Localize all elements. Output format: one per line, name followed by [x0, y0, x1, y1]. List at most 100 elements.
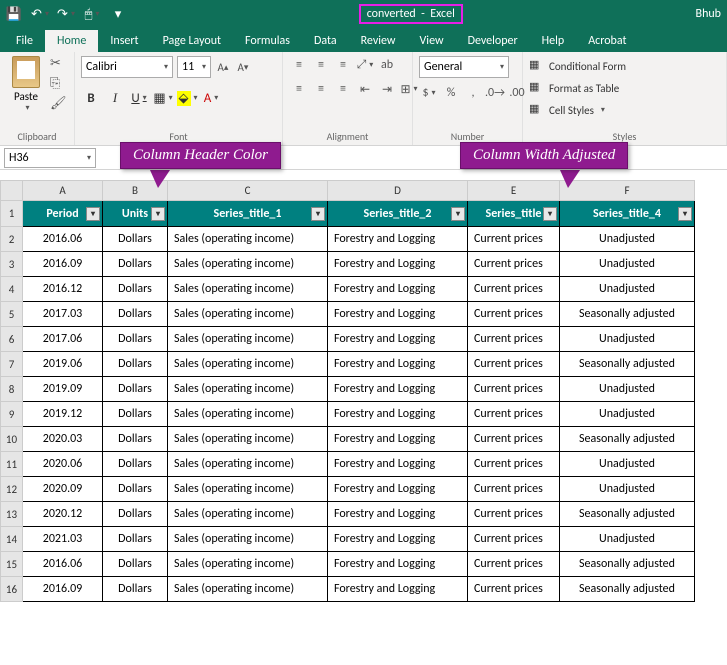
- cell-series1[interactable]: Sales (operating income): [168, 527, 328, 552]
- cell-series2[interactable]: Forestry and Logging: [328, 227, 468, 252]
- cell-units[interactable]: Dollars: [103, 377, 168, 402]
- format-as-table-button[interactable]: ▦Format as Table: [529, 78, 619, 98]
- cell-series4[interactable]: Unadjusted: [560, 327, 695, 352]
- cell-series3[interactable]: Current prices: [468, 577, 560, 602]
- cell-series2[interactable]: Forestry and Logging: [328, 427, 468, 452]
- filter-icon[interactable]: ▾: [86, 207, 100, 221]
- font-color-button[interactable]: A▾: [201, 88, 221, 108]
- cell-series2[interactable]: Forestry and Logging: [328, 377, 468, 402]
- copy-icon[interactable]: ⎘: [50, 76, 68, 92]
- col-header-d[interactable]: D: [328, 181, 468, 201]
- cell-series4[interactable]: Seasonally adjusted: [560, 577, 695, 602]
- header-series4[interactable]: Series_title_4▾: [560, 201, 695, 227]
- tab-developer[interactable]: Developer: [456, 30, 530, 52]
- cell-units[interactable]: Dollars: [103, 477, 168, 502]
- row-header[interactable]: 5: [1, 302, 23, 327]
- spreadsheet-grid[interactable]: A B C D E F 1 Period▾ Units▾ Series_titl…: [0, 180, 695, 602]
- name-box[interactable]: H36▾: [4, 148, 96, 168]
- decrease-indent-icon[interactable]: ⇤: [355, 80, 375, 98]
- align-center-icon[interactable]: ≡: [311, 80, 331, 98]
- cell-series4[interactable]: Seasonally adjusted: [560, 352, 695, 377]
- filter-icon[interactable]: ▾: [311, 207, 325, 221]
- filter-icon[interactable]: ▾: [678, 207, 692, 221]
- tab-file[interactable]: File: [4, 30, 45, 52]
- header-series1[interactable]: Series_title_1▾: [168, 201, 328, 227]
- cell-period[interactable]: 2019.06: [23, 352, 103, 377]
- save-icon[interactable]: 💾: [6, 6, 22, 22]
- row-header[interactable]: 4: [1, 277, 23, 302]
- cell-series1[interactable]: Sales (operating income): [168, 577, 328, 602]
- cell-period[interactable]: 2020.03: [23, 427, 103, 452]
- align-bottom-icon[interactable]: ≡: [333, 56, 353, 74]
- cell-period[interactable]: 2016.09: [23, 252, 103, 277]
- tab-review[interactable]: Review: [349, 30, 408, 52]
- header-period[interactable]: Period▾: [23, 201, 103, 227]
- cell-units[interactable]: Dollars: [103, 302, 168, 327]
- col-header-e[interactable]: E: [468, 181, 560, 201]
- tab-home[interactable]: Home: [45, 30, 98, 52]
- cell-period[interactable]: 2017.06: [23, 327, 103, 352]
- cell-series2[interactable]: Forestry and Logging: [328, 577, 468, 602]
- fill-color-button[interactable]: ⬙▾: [177, 88, 197, 108]
- cell-series1[interactable]: Sales (operating income): [168, 377, 328, 402]
- cell-series2[interactable]: Forestry and Logging: [328, 452, 468, 477]
- cell-units[interactable]: Dollars: [103, 502, 168, 527]
- cell-series3[interactable]: Current prices: [468, 502, 560, 527]
- cell-period[interactable]: 2021.03: [23, 527, 103, 552]
- cell-units[interactable]: Dollars: [103, 527, 168, 552]
- cell-series2[interactable]: Forestry and Logging: [328, 527, 468, 552]
- cell-series1[interactable]: Sales (operating income): [168, 252, 328, 277]
- underline-button[interactable]: U▾: [129, 88, 149, 108]
- cell-series4[interactable]: Unadjusted: [560, 277, 695, 302]
- cell-series1[interactable]: Sales (operating income): [168, 452, 328, 477]
- tab-page-layout[interactable]: Page Layout: [151, 30, 233, 52]
- cell-period[interactable]: 2020.12: [23, 502, 103, 527]
- cell-series3[interactable]: Current prices: [468, 352, 560, 377]
- percent-format-icon[interactable]: %: [441, 84, 461, 102]
- format-painter-icon[interactable]: 🖌: [50, 96, 68, 112]
- cell-period[interactable]: 2016.09: [23, 577, 103, 602]
- orientation-icon[interactable]: ⤢▾: [355, 56, 375, 74]
- row-header[interactable]: 1: [1, 201, 23, 227]
- cell-period[interactable]: 2016.06: [23, 227, 103, 252]
- row-header[interactable]: 10: [1, 427, 23, 452]
- select-all-corner[interactable]: [1, 181, 23, 201]
- cell-series2[interactable]: Forestry and Logging: [328, 277, 468, 302]
- conditional-formatting-button[interactable]: ▦Conditional Form: [529, 56, 626, 76]
- row-header[interactable]: 14: [1, 527, 23, 552]
- tab-acrobat[interactable]: Acrobat: [576, 30, 638, 52]
- align-left-icon[interactable]: ≡: [289, 80, 309, 98]
- cell-series3[interactable]: Current prices: [468, 452, 560, 477]
- row-header[interactable]: 15: [1, 552, 23, 577]
- cell-series3[interactable]: Current prices: [468, 402, 560, 427]
- redo-icon[interactable]: ↷▾: [58, 6, 74, 22]
- cell-period[interactable]: 2020.09: [23, 477, 103, 502]
- row-header[interactable]: 8: [1, 377, 23, 402]
- row-header[interactable]: 11: [1, 452, 23, 477]
- cell-series1[interactable]: Sales (operating income): [168, 327, 328, 352]
- row-header[interactable]: 6: [1, 327, 23, 352]
- tab-view[interactable]: View: [408, 30, 456, 52]
- cell-period[interactable]: 2019.09: [23, 377, 103, 402]
- row-header[interactable]: 12: [1, 477, 23, 502]
- cell-units[interactable]: Dollars: [103, 427, 168, 452]
- row-header[interactable]: 3: [1, 252, 23, 277]
- row-header[interactable]: 7: [1, 352, 23, 377]
- accounting-format-icon[interactable]: $▾: [419, 84, 439, 102]
- cut-icon[interactable]: ✂: [50, 56, 68, 72]
- row-header[interactable]: 16: [1, 577, 23, 602]
- col-header-a[interactable]: A: [23, 181, 103, 201]
- cell-series3[interactable]: Current prices: [468, 277, 560, 302]
- cell-series1[interactable]: Sales (operating income): [168, 477, 328, 502]
- cell-series2[interactable]: Forestry and Logging: [328, 352, 468, 377]
- cell-series4[interactable]: Unadjusted: [560, 477, 695, 502]
- cell-period[interactable]: 2019.12: [23, 402, 103, 427]
- cell-series1[interactable]: Sales (operating income): [168, 402, 328, 427]
- cell-series2[interactable]: Forestry and Logging: [328, 402, 468, 427]
- cell-units[interactable]: Dollars: [103, 327, 168, 352]
- tab-data[interactable]: Data: [302, 30, 349, 52]
- align-middle-icon[interactable]: ≡: [311, 56, 331, 74]
- cell-units[interactable]: Dollars: [103, 277, 168, 302]
- cell-series2[interactable]: Forestry and Logging: [328, 552, 468, 577]
- row-header[interactable]: 13: [1, 502, 23, 527]
